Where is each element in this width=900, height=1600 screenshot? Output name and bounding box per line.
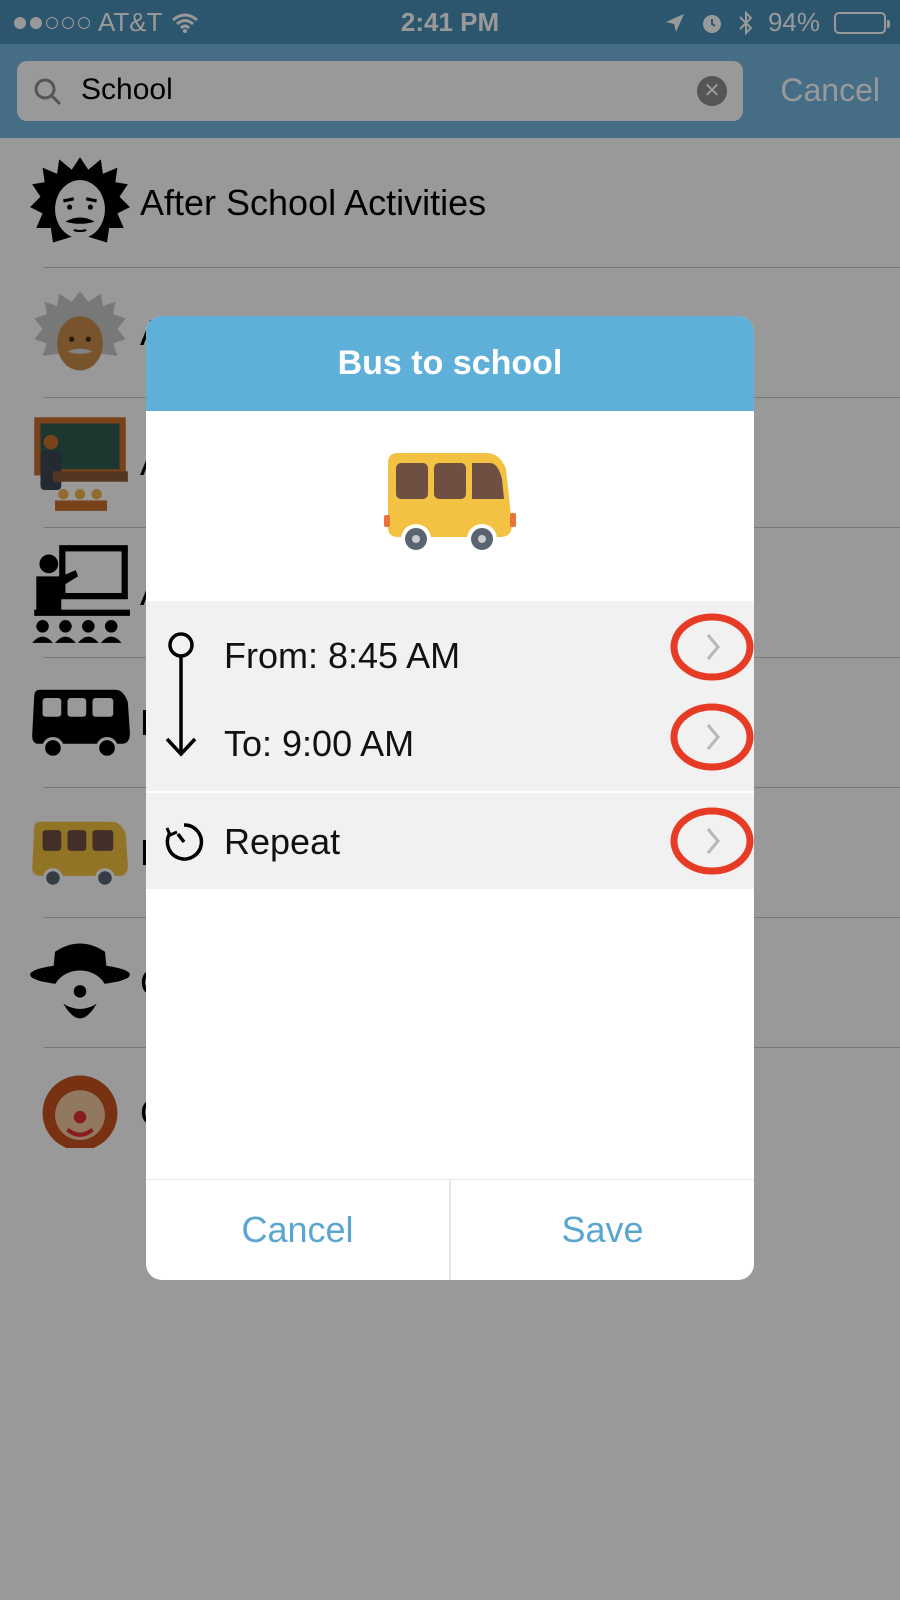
repeat-row[interactable]: Repeat [146,793,754,889]
repeat-label: Repeat [224,821,341,862]
repeat-chevron-icon[interactable] [670,799,754,883]
time-range-arrow-icon [165,632,197,757]
time-range-section: From: 8:45 AM To: 9:00 AM [146,601,754,791]
save-button[interactable]: Save [451,1180,754,1280]
cancel-button[interactable]: Cancel [146,1180,449,1280]
dialog-title: Bus to school [146,316,754,411]
dialog-footer: Cancel Save [146,1179,754,1280]
event-dialog: Bus to school From: 8:45 AM To: 9:00 AM [146,316,754,1280]
start-time-chevron-icon[interactable] [670,605,754,689]
start-time-label[interactable]: From: 8:45 AM [224,635,460,677]
dialog-image[interactable] [146,411,754,601]
school-bus-icon [384,453,516,554]
end-time-chevron-icon[interactable] [670,695,754,779]
end-time-label[interactable]: To: 9:00 AM [224,723,414,765]
repeat-timer-icon [165,823,204,861]
